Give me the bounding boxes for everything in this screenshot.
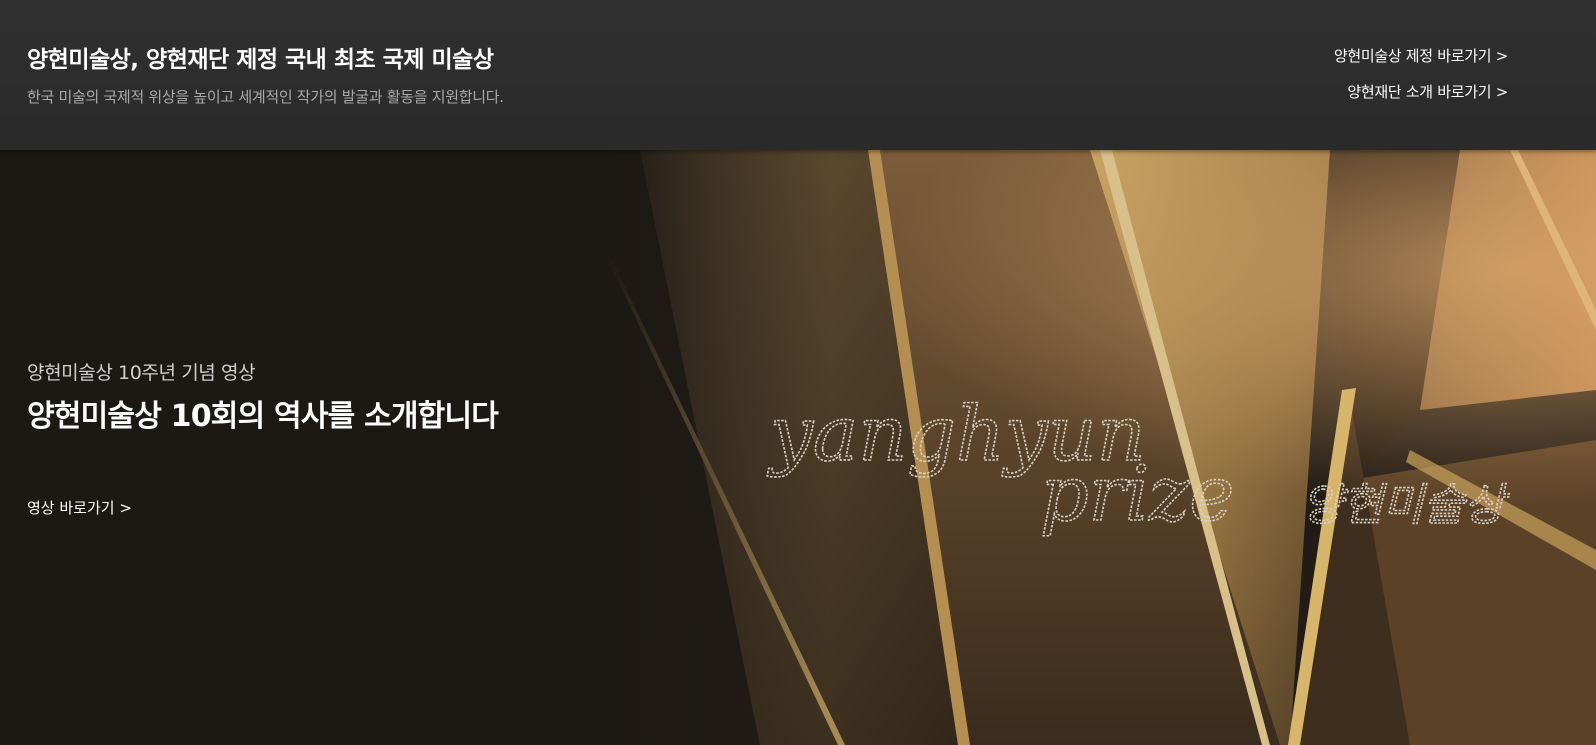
page-title: 양현미술상, 양현재단 제정 국내 최초 국제 미술상 — [27, 47, 494, 73]
logo-korean-text: 양현미술상 — [1302, 480, 1510, 531]
page: 양현미술상, 양현재단 제정 국내 최초 국제 미술상 한국 미술의 국제적 위… — [0, 0, 1596, 745]
prize-founding-link[interactable]: 양현미술상 제정 바로가기 > — [1334, 46, 1508, 66]
hero-title: 양현미술상 10회의 역사를 소개합니다 — [27, 399, 499, 434]
hero-kicker: 양현미술상 10주년 기념 영상 — [27, 362, 256, 384]
video-link[interactable]: 영상 바로가기 > — [27, 497, 132, 518]
foundation-intro-link[interactable]: 양현재단 소개 바로가기 > — [1334, 82, 1508, 102]
page-subtitle: 한국 미술의 국제적 위상을 높이고 세계적인 작가의 발굴과 활동을 지원합니… — [27, 88, 504, 106]
info-bar: 양현미술상, 양현재단 제정 국내 최초 국제 미술상 한국 미술의 국제적 위… — [0, 0, 1596, 150]
header-links: 양현미술상 제정 바로가기 > 양현재단 소개 바로가기 > — [1334, 46, 1508, 118]
logo-prize-text: prize — [1040, 449, 1234, 538]
hero-banner: yanghyun prize 양현미술상 양현미술상 10주년 기념 영상 양현… — [0, 150, 1596, 745]
hero-text: 양현미술상 10주년 기념 영상 양현미술상 10회의 역사를 소개합니다 영상… — [27, 358, 499, 518]
